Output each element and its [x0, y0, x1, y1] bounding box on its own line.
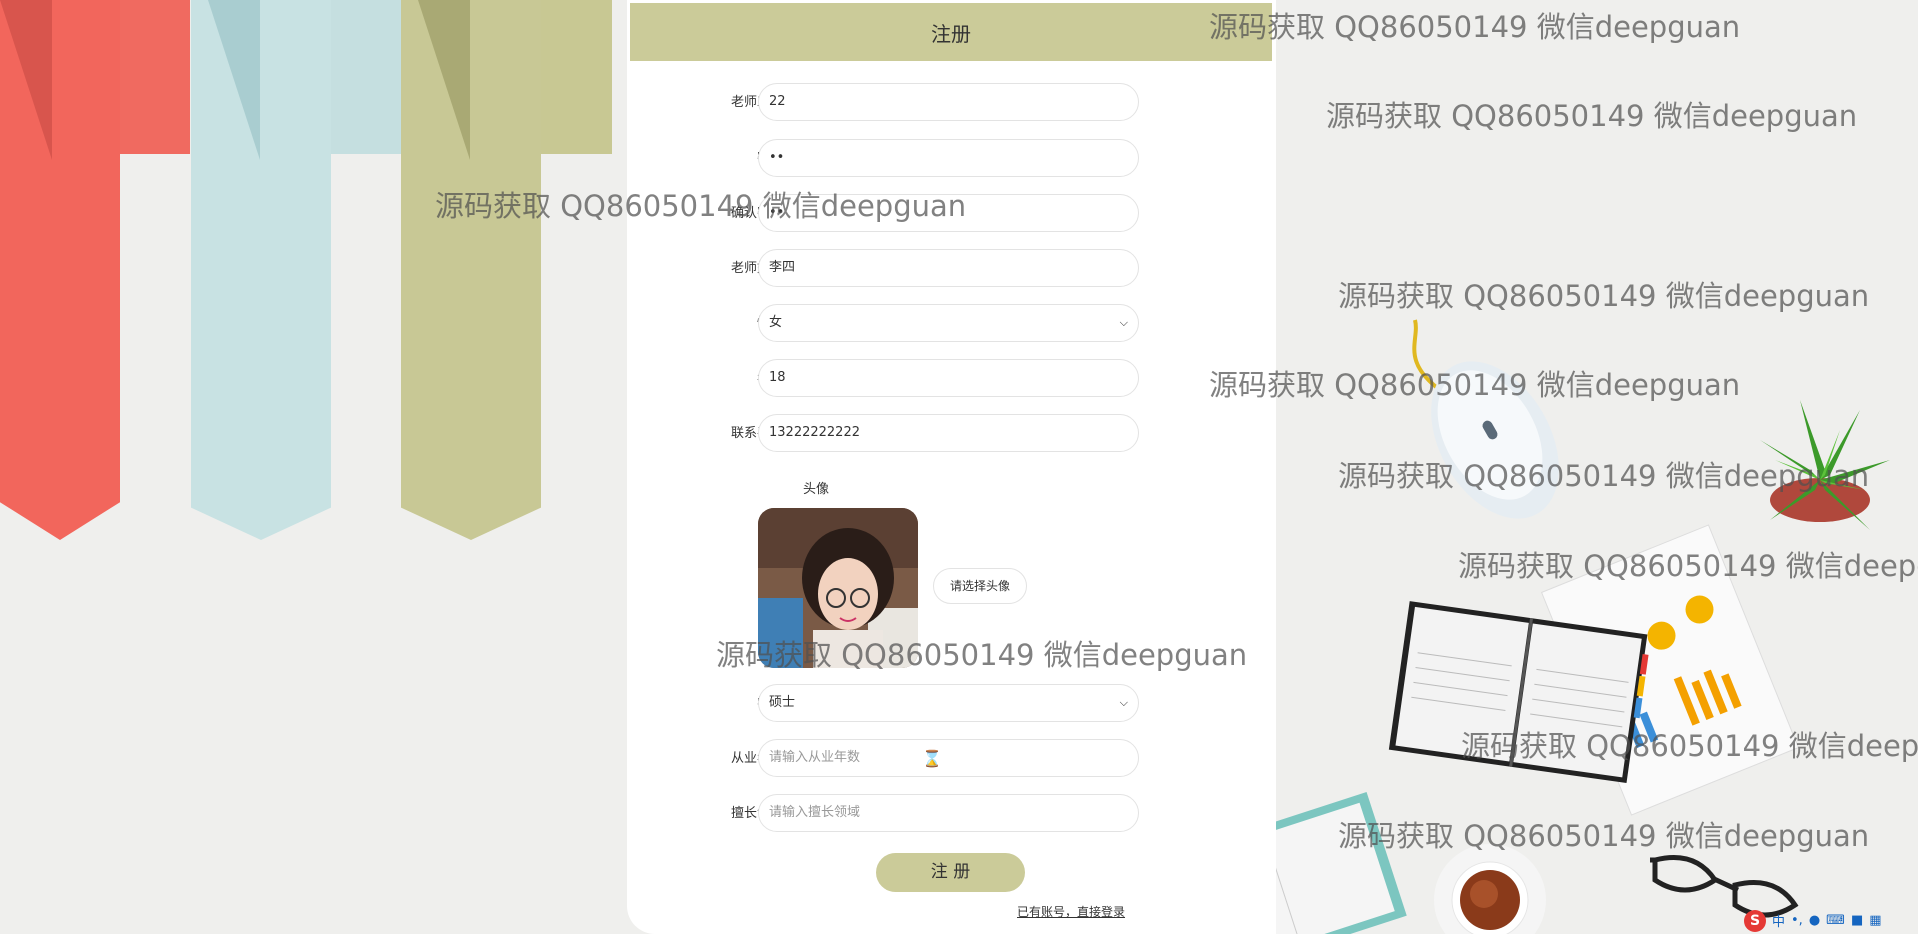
register-button[interactable]: 注 册 [876, 853, 1025, 892]
form-row-specialty: 擅长领域 请输入擅长领域 [627, 794, 1276, 834]
punctuation-icon[interactable]: •, [1791, 913, 1803, 928]
keyboard-icon[interactable]: ⌨ [1826, 913, 1845, 928]
form-row-confirm-password: 确认密码 •• [627, 194, 1276, 234]
microphone-icon[interactable]: ● [1809, 913, 1820, 928]
toolbox-icon[interactable]: ▦ [1869, 913, 1881, 928]
age-input[interactable]: 18 [758, 359, 1139, 397]
ime-language-indicator[interactable]: 中 [1772, 911, 1785, 930]
confirm-password-input[interactable]: •• [758, 194, 1139, 232]
system-tray: S 中 •, ● ⌨ ■ ▦ [1744, 907, 1918, 934]
text-cursor-icon: ⌛ [922, 749, 942, 768]
watermark: 源码获取 QQ86050149 微信deepguan [1326, 99, 1858, 133]
choose-avatar-button[interactable]: 请选择头像 [933, 568, 1027, 604]
phone-input[interactable]: 13222222222 [758, 414, 1139, 452]
teacher-id-input[interactable]: 22 [758, 83, 1139, 121]
education-selected-value: 硕士 [769, 695, 796, 710]
login-link[interactable]: 已有账号，直接登录 [1017, 903, 1125, 920]
password-input[interactable]: •• [758, 139, 1139, 177]
years-input[interactable]: 请输入从业年数 [758, 739, 1139, 777]
chevron-down-icon: ⌵ [1119, 696, 1128, 709]
page-title: 注册 [931, 21, 971, 46]
gender-selected-value: 女 [769, 315, 783, 330]
form-row-phone: 联系手机 13222222222 [627, 414, 1276, 454]
avatar-label: 头像 [803, 482, 830, 497]
form-row-gender: 性别 女 ⌵ [627, 304, 1276, 344]
gender-select[interactable]: 女 ⌵ [758, 304, 1139, 342]
form-row-teacher-name: 老师姓名 李四 [627, 249, 1276, 289]
skin-icon[interactable]: ■ [1851, 913, 1863, 928]
form-row-age: 年龄 18 [627, 359, 1276, 399]
watermark: 源码获取 QQ86050149 微信deepguan [1209, 10, 1741, 44]
specialty-input[interactable]: 请输入擅长领域 [758, 794, 1139, 832]
teacher-name-input[interactable]: 李四 [758, 249, 1139, 287]
form-row-password: 密码 •• [627, 139, 1276, 179]
card-header: 注册 [630, 3, 1272, 61]
chevron-down-icon: ⌵ [1119, 316, 1128, 329]
form-row-education: 学历 硕士 ⌵ [627, 684, 1276, 724]
form-row-years: 从业年数 请输入从业年数 [627, 739, 1276, 779]
avatar-image[interactable] [758, 508, 918, 668]
form-row-teacher-id: 老师工号 22 [627, 83, 1276, 123]
education-select[interactable]: 硕士 ⌵ [758, 684, 1139, 722]
sogou-ime-icon[interactable]: S [1744, 909, 1766, 932]
